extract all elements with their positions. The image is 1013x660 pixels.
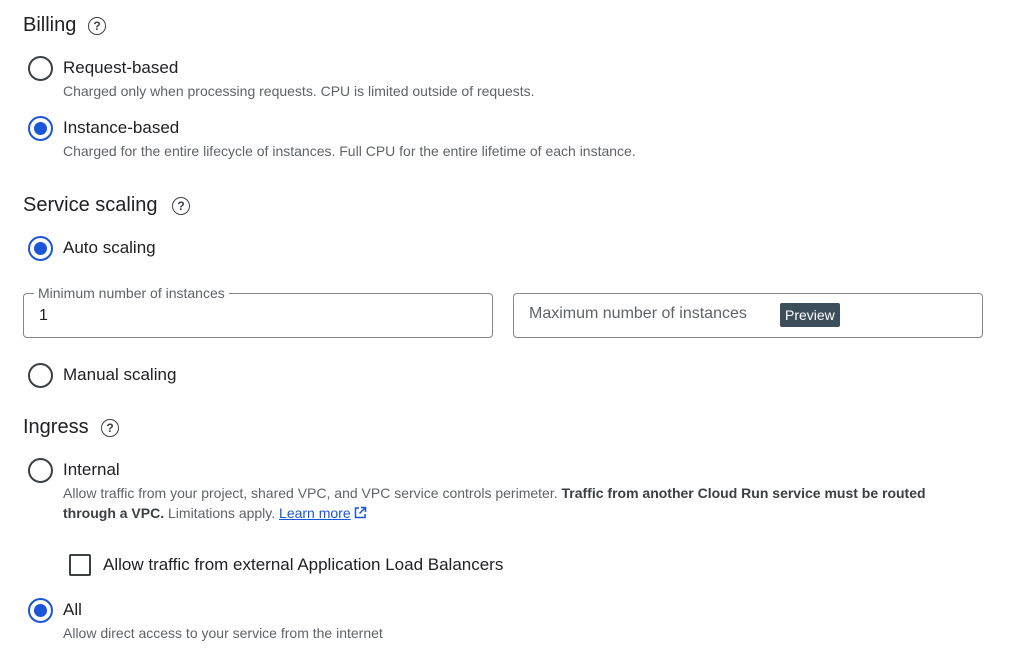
learn-more-text: Learn more (279, 505, 351, 521)
help-circle-icon[interactable]: ? (172, 197, 190, 215)
min-instances-field[interactable]: Minimum number of instances 1 (23, 285, 493, 338)
service-scaling-title: Service scaling (23, 194, 158, 216)
all-label: All (63, 600, 82, 619)
preview-badge: Preview (780, 303, 840, 327)
min-instances-label: Minimum number of instances (34, 285, 229, 301)
request-based-description: Charged only when processing requests. C… (63, 83, 535, 99)
learn-more-link[interactable]: Learn more (279, 505, 367, 521)
help-circle-icon[interactable]: ? (88, 17, 106, 35)
internal-description: Allow traffic from your project, shared … (63, 483, 973, 523)
internal-description-text: Allow traffic from your project, shared … (63, 485, 562, 501)
help-circle-icon[interactable]: ? (101, 419, 119, 437)
radio-instance-based[interactable] (28, 116, 53, 141)
internal-description-tail: Limitations apply. (164, 505, 280, 521)
external-lb-checkbox[interactable] (69, 554, 91, 576)
manual-scaling-label: Manual scaling (63, 365, 177, 384)
instance-based-label: Instance-based (63, 118, 180, 137)
open-in-new-icon (354, 506, 366, 519)
radio-request-based[interactable] (28, 56, 53, 81)
min-instances-value: 1 (39, 307, 48, 324)
external-lb-label: Allow traffic from external Application … (103, 555, 504, 574)
radio-manual-scaling[interactable] (28, 363, 53, 388)
auto-scaling-label: Auto scaling (63, 238, 156, 257)
all-description: Allow direct access to your service from… (63, 625, 383, 641)
instance-based-description: Charged for the entire lifecycle of inst… (63, 143, 636, 159)
request-based-label: Request-based (63, 58, 179, 77)
radio-auto-scaling[interactable] (28, 236, 53, 261)
max-instances-field[interactable]: Maximum number of instances Preview (513, 293, 983, 338)
radio-internal[interactable] (28, 458, 53, 483)
radio-all[interactable] (28, 598, 53, 623)
ingress-title: Ingress (23, 416, 89, 438)
max-instances-placeholder: Maximum number of instances (529, 305, 747, 322)
internal-label: Internal (63, 460, 120, 479)
billing-title: Billing (23, 14, 77, 36)
